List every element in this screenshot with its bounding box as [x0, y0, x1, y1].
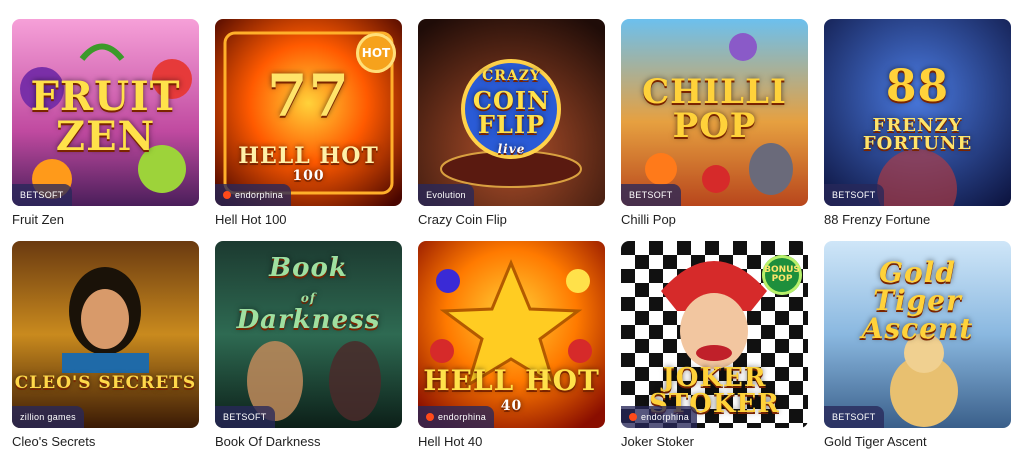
game-thumbnail[interactable]: HELL HOT 40 endorphina [418, 241, 605, 428]
game-card-chilli-pop[interactable]: CHILLI POP BETSOFT Chilli Pop [621, 19, 808, 227]
game-art-title: Gold Tiger Ascent [861, 256, 974, 345]
endorphina-logo-icon [629, 413, 637, 421]
endorphina-logo-icon [426, 413, 434, 421]
game-art-title: CLEO'S SECRETS [14, 373, 197, 393]
game-card-hell-hot-100[interactable]: 77 HELL HOT 100 HOT endorphina Hell Hot … [215, 19, 402, 227]
provider-name: Evolution [426, 190, 466, 200]
game-card-book-of-darkness[interactable]: Book of Darkness BETSOFT Book Of Darkness [215, 241, 402, 449]
game-card-88-frenzy-fortune[interactable]: 88 FRENZY FORTUNE BETSOFT 88 Frenzy Fortu… [824, 19, 1011, 227]
provider-name: endorphina [235, 190, 284, 200]
cleos-secrets-artwork [12, 241, 199, 428]
provider-badge: BETSOFT [12, 184, 72, 206]
endorphina-logo-icon [223, 191, 231, 199]
game-name[interactable]: Joker Stoker [621, 434, 808, 449]
game-name[interactable]: Chilli Pop [621, 212, 808, 227]
provider-name: BETSOFT [832, 190, 876, 200]
game-thumbnail[interactable]: CHILLI POP BETSOFT [621, 19, 808, 206]
game-name[interactable]: Crazy Coin Flip [418, 212, 605, 227]
game-name[interactable]: Book Of Darkness [215, 434, 402, 449]
88-frenzy-fortune-artwork [824, 19, 1011, 206]
game-card-joker-stoker[interactable]: JOKER STOKER BONUS POP endorphina Joker S… [621, 241, 808, 449]
provider-name: BETSOFT [223, 412, 267, 422]
provider-badge: endorphina [621, 406, 698, 428]
provider-badge: BETSOFT [215, 406, 275, 428]
game-art-title: HELL HOT [423, 364, 600, 397]
game-name[interactable]: Cleo's Secrets [12, 434, 199, 449]
game-art-sevens: 77 [267, 62, 350, 130]
game-name[interactable]: Hell Hot 100 [215, 212, 402, 227]
game-thumbnail[interactable]: 77 HELL HOT 100 HOT endorphina [215, 19, 402, 206]
provider-name: BETSOFT [832, 412, 876, 422]
game-art-title: FRUIT ZEN [30, 73, 181, 160]
game-card-cleos-secrets[interactable]: CLEO'S SECRETS zillion games Cleo's Secr… [12, 241, 199, 449]
provider-name: zillion games [20, 412, 76, 422]
game-art-title: Book of Darkness [236, 253, 381, 335]
provider-badge: Evolution [418, 184, 474, 206]
hot-badge: HOT [356, 33, 396, 73]
game-thumbnail[interactable]: CLEO'S SECRETS zillion games [12, 241, 199, 428]
game-art-title-top: CRAZY [482, 68, 541, 84]
game-thumbnail[interactable]: Gold Tiger Ascent BETSOFT [824, 241, 1011, 428]
game-thumbnail[interactable]: Book of Darkness BETSOFT [215, 241, 402, 428]
game-name[interactable]: Hell Hot 40 [418, 434, 605, 449]
provider-badge: zillion games [12, 406, 84, 428]
game-grid: FRUIT ZEN BETSOFT Fruit Zen 77 HELL HOT 1… [0, 0, 1024, 461]
provider-badge: endorphina [418, 406, 495, 428]
game-thumbnail[interactable]: 88 FRENZY FORTUNE BETSOFT [824, 19, 1011, 206]
game-art-title: CHILLI POP [642, 72, 787, 146]
provider-badge: BETSOFT [824, 406, 884, 428]
provider-name: endorphina [438, 412, 487, 422]
game-name[interactable]: 88 Frenzy Fortune [824, 212, 1011, 227]
game-art-sub: live [497, 142, 526, 156]
game-card-fruit-zen[interactable]: FRUIT ZEN BETSOFT Fruit Zen [12, 19, 199, 227]
game-art-title: FRENZY FORTUNE [862, 115, 973, 154]
provider-name: BETSOFT [20, 190, 64, 200]
provider-badge: BETSOFT [621, 184, 681, 206]
game-card-hell-hot-40[interactable]: HELL HOT 40 endorphina Hell Hot 40 [418, 241, 605, 449]
game-thumbnail[interactable]: FRUIT ZEN BETSOFT [12, 19, 199, 206]
provider-name: BETSOFT [629, 190, 673, 200]
game-thumbnail[interactable]: JOKER STOKER BONUS POP endorphina [621, 241, 808, 428]
game-thumbnail[interactable]: CRAZY COIN FLIP live Evolution [418, 19, 605, 206]
provider-badge: endorphina [215, 184, 292, 206]
game-art-title: COIN FLIP [472, 86, 551, 139]
game-name[interactable]: Gold Tiger Ascent [824, 434, 1011, 449]
game-art-number: 88 [885, 61, 950, 112]
bonus-pop-badge: BONUS POP [762, 255, 802, 295]
game-art-title: HELL HOT [238, 143, 379, 169]
game-art-number: 100 [292, 168, 325, 184]
game-card-gold-tiger-ascent[interactable]: Gold Tiger Ascent BETSOFT Gold Tiger Ascen… [824, 241, 1011, 449]
game-card-crazy-coin-flip[interactable]: CRAZY COIN FLIP live Evolution Crazy Coin… [418, 19, 605, 227]
game-name[interactable]: Fruit Zen [12, 212, 199, 227]
provider-name: endorphina [641, 412, 690, 422]
provider-badge: BETSOFT [824, 184, 884, 206]
